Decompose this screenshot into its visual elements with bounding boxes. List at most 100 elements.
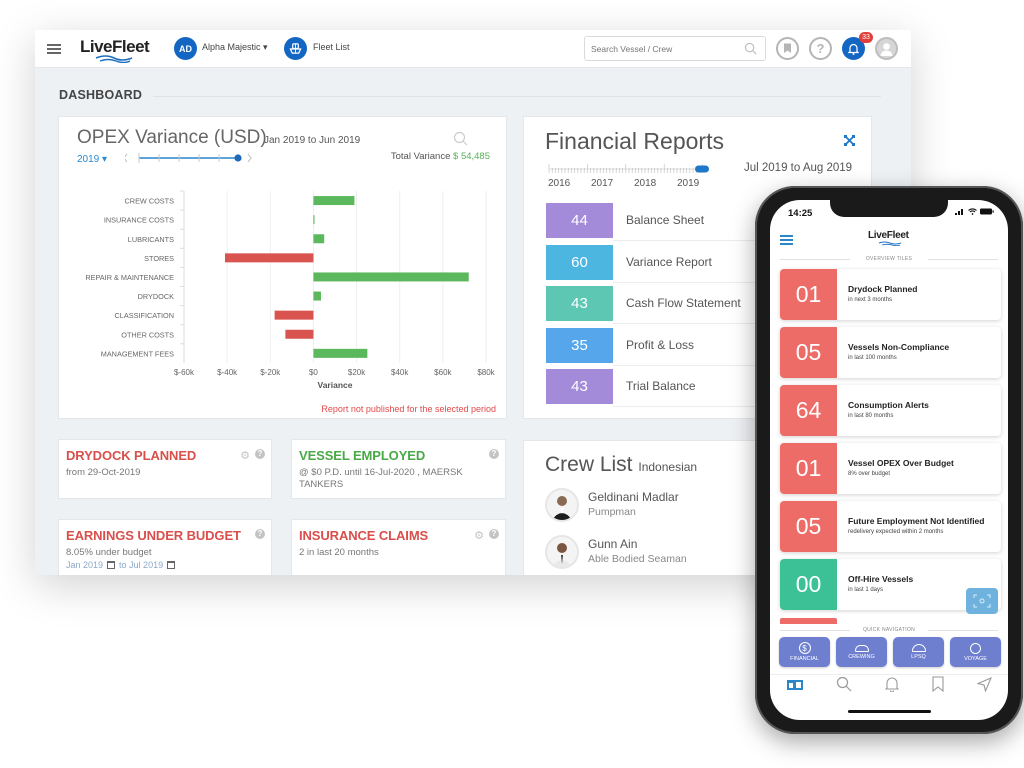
report-count: 35 (546, 327, 613, 363)
help-icon[interactable]: ? (255, 449, 265, 459)
search-tab-icon[interactable] (836, 676, 852, 697)
crew-member[interactable]: Geldinani Madlar Pumpman (545, 488, 760, 526)
to-date[interactable]: to Jul 2019 (119, 560, 163, 570)
helmet-icon (911, 644, 926, 652)
quick-nav-crewing[interactable]: CREWING (836, 637, 887, 667)
status-icons (955, 208, 994, 215)
help-icon[interactable]: ? (489, 449, 499, 459)
expand-icon[interactable] (844, 135, 855, 146)
tile-count: 01 (780, 269, 837, 320)
logo-text: LiveFleet (80, 37, 150, 56)
help-button[interactable]: ? (809, 37, 832, 60)
year-timeline-slider[interactable] (547, 161, 717, 175)
tile-title: EARNINGS UNDER BUDGET (66, 528, 241, 543)
tile-title: Future Employment Not Identified (848, 516, 985, 526)
vessel-employed-tile[interactable]: VESSEL EMPLOYED @ $0 P.D. until 16-Jul-2… (291, 439, 506, 499)
overview-tile[interactable]: 01 Vessel OPEX Over Budget 8% over budget (780, 443, 1001, 494)
insurance-claims-tile[interactable]: INSURANCE CLAIMS 2 in last 20 months ⚙? (291, 519, 506, 575)
quick-nav-voyage[interactable]: VOYAGE (950, 637, 1001, 667)
bookmark-tab-icon[interactable] (931, 676, 944, 697)
category-label: CLASSIFICATION (115, 311, 174, 320)
crew-photo (545, 488, 579, 522)
from-date[interactable]: Jan 2019 (66, 560, 103, 570)
slider-handle[interactable] (234, 154, 242, 162)
chat-button[interactable] (966, 588, 998, 614)
crew-role: Pumpman (588, 506, 636, 518)
quick-nav-financial[interactable]: $ FINANCIAL (779, 637, 830, 667)
navigate-tab-icon[interactable] (975, 676, 992, 697)
report-label: Profit & Loss (626, 337, 695, 352)
gear-icon[interactable]: ⚙ (474, 529, 484, 542)
help-icon[interactable]: ? (489, 529, 499, 539)
tile-subtitle: in last 100 months (848, 355, 897, 361)
variance-bar[interactable] (313, 196, 355, 206)
overview-tile[interactable]: 05 Future Employment Not Identified redeli… (780, 501, 1001, 552)
profile-button[interactable] (875, 37, 898, 60)
search-icon[interactable] (453, 131, 468, 146)
report-label: Cash Flow Statement (626, 296, 741, 310)
gear-icon[interactable]: ⚙ (240, 449, 250, 462)
chevron-left-icon[interactable] (125, 153, 128, 163)
search-input[interactable] (585, 37, 735, 60)
category-label: INSURANCE COSTS (104, 216, 174, 225)
timeline-handle[interactable] (695, 165, 709, 173)
quick-navigation-label: QUICK NAVIGATION (770, 627, 1008, 633)
tile-title: VESSEL EMPLOYED (299, 448, 426, 463)
opex-variance-card: CREW COSTS INSURANCE COSTS LUBRICANTS STORE… (58, 116, 507, 419)
calendar-icon[interactable] (167, 561, 176, 569)
crew-member[interactable]: Gunn Ain Able Bodied Seaman (545, 535, 760, 573)
bookmark-button[interactable] (776, 37, 799, 60)
date-range-picker[interactable]: Jan 2019 to Jul 2019 (66, 560, 176, 570)
variance-bar[interactable] (313, 291, 321, 301)
variance-bar[interactable] (313, 234, 325, 244)
drydock-planned-tile[interactable]: DRYDOCK PLANNED from 29-Oct-2019 ⚙? (58, 439, 272, 499)
variance-bar[interactable] (224, 253, 314, 263)
overview-tile[interactable]: 05 Vessels Non-Compliance in last 100 mont… (780, 327, 1001, 378)
bell-tab-icon[interactable] (884, 676, 899, 697)
category-label: DRYDOCK (138, 292, 174, 301)
tile-subtitle: in next 3 months (848, 297, 893, 303)
financial-date-range: Jul 2019 to Aug 2019 (744, 162, 853, 174)
tile-subtitle: @ $0 P.D. until 16-Jul-2020 , MAERSK TAN… (299, 467, 463, 490)
chevron-right-icon[interactable] (247, 153, 252, 163)
x-tick-label: $40k (391, 368, 409, 377)
compass-icon (970, 642, 981, 654)
dashboard-tab-icon[interactable] (786, 678, 803, 696)
fleet-list-link[interactable]: Fleet List (313, 42, 350, 52)
wifi-icon (968, 208, 977, 215)
variance-bar[interactable] (313, 348, 368, 358)
crew-name: Geldinani Madlar (588, 490, 679, 504)
report-label: Trial Balance (626, 379, 696, 393)
search-icon[interactable] (744, 42, 757, 55)
variance-bar[interactable] (313, 215, 315, 225)
calendar-icon[interactable] (107, 561, 116, 569)
menu-icon[interactable] (47, 44, 61, 54)
variance-bar[interactable] (274, 310, 314, 320)
earnings-under-budget-tile[interactable]: EARNINGS UNDER BUDGET 8.05% under budget… (58, 519, 272, 575)
quick-nav-label: VOYAGE (964, 655, 987, 662)
variance-bar[interactable] (313, 272, 469, 282)
month-range-slider[interactable] (125, 151, 260, 165)
variance-bar[interactable] (285, 329, 314, 339)
x-tick-label: $-40k (217, 368, 238, 377)
help-icon[interactable]: ? (255, 529, 265, 539)
search-field[interactable] (584, 36, 766, 61)
overview-tile[interactable]: 64 Consumption Alerts in last 80 months (780, 385, 1001, 436)
overview-tiles-label: OVERVIEW TILES (770, 256, 1008, 262)
partial-tile (780, 618, 837, 624)
overview-tile[interactable]: 01 Drydock Planned in next 3 months (780, 269, 1001, 320)
tile-subtitle: 8% over budget (848, 471, 891, 477)
phone-notch (830, 200, 948, 217)
user-avatar[interactable]: AD (174, 37, 197, 60)
vessel-selector[interactable]: Alpha Majestic ▾ (202, 42, 268, 53)
livefleet-logo[interactable]: LiveFleet (80, 37, 150, 63)
year-selector[interactable]: 2019 ▾ (77, 154, 107, 165)
quick-nav-lpsq[interactable]: LPSQ (893, 637, 944, 667)
menu-icon[interactable] (780, 235, 793, 245)
bell-icon (848, 43, 859, 55)
report-status-note: Report not published for the selected pe… (321, 404, 496, 414)
captain-hat-icon (854, 644, 869, 652)
top-navigation-bar: LiveFleet AD Alpha Majestic ▾ Fleet List… (35, 30, 911, 68)
ship-icon[interactable] (284, 37, 307, 60)
total-variance-value: $ 54,485 (453, 151, 490, 162)
